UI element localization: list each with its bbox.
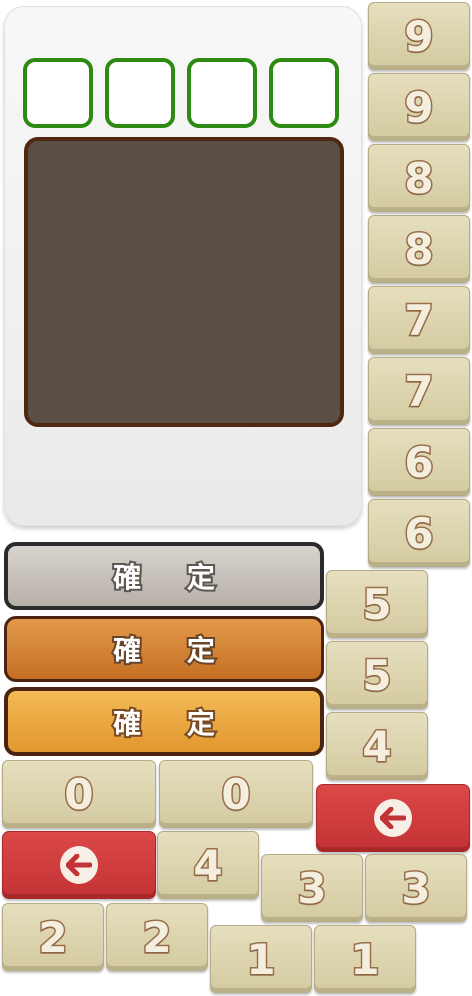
key-9[interactable]: 9 [368, 2, 470, 70]
key-label: 5 [361, 578, 393, 630]
key-label: 6 [403, 507, 435, 559]
key-7[interactable]: 7 [368, 286, 470, 354]
confirm-label: 確 定 [111, 559, 233, 596]
display-panel [4, 6, 362, 526]
key-label: 8 [403, 152, 435, 204]
delete-button[interactable] [316, 784, 470, 852]
key-label: 4 [361, 720, 393, 772]
confirm-button-pressed[interactable]: 確 定 [4, 616, 324, 682]
key-label: 1 [349, 933, 381, 985]
key-1[interactable]: 1 [210, 925, 312, 993]
key-label: 4 [192, 839, 224, 891]
key-7-pressed[interactable]: 7 [368, 357, 470, 425]
key-6-pressed[interactable]: 6 [368, 499, 470, 567]
key-label: 2 [37, 911, 69, 963]
code-slot-1 [23, 58, 93, 128]
confirm-label: 確 定 [111, 632, 233, 669]
key-3[interactable]: 3 [261, 854, 363, 922]
key-6[interactable]: 6 [368, 428, 470, 496]
key-9-pressed[interactable]: 9 [368, 73, 470, 141]
display-screen [24, 137, 344, 427]
key-label: 7 [403, 365, 435, 417]
key-2-pressed[interactable]: 2 [106, 903, 208, 971]
key-label: 6 [403, 436, 435, 488]
key-0[interactable]: 0 [2, 760, 156, 828]
key-0-pressed[interactable]: 0 [159, 760, 313, 828]
key-5-pressed[interactable]: 5 [326, 641, 428, 709]
key-label: 9 [403, 81, 435, 133]
key-4[interactable]: 4 [326, 712, 428, 780]
delete-button-pressed[interactable] [2, 831, 156, 899]
key-2[interactable]: 2 [2, 903, 104, 971]
key-8[interactable]: 8 [368, 144, 470, 212]
key-label: 1 [245, 933, 277, 985]
key-3-pressed[interactable]: 3 [365, 854, 467, 922]
confirm-button[interactable]: 確 定 [4, 687, 324, 756]
code-slot-2 [105, 58, 175, 128]
key-label: 3 [400, 862, 432, 914]
key-label: 3 [296, 862, 328, 914]
code-slot-4 [269, 58, 339, 128]
arrow-left-icon [60, 846, 98, 884]
key-label: 8 [403, 223, 435, 275]
confirm-button-disabled[interactable]: 確 定 [4, 542, 324, 610]
key-label: 5 [361, 649, 393, 701]
confirm-label: 確 定 [111, 705, 233, 742]
key-8-pressed[interactable]: 8 [368, 215, 470, 283]
arrow-left-icon [374, 799, 412, 837]
code-slot-3 [187, 58, 257, 128]
key-label: 7 [403, 294, 435, 346]
key-4-pressed[interactable]: 4 [157, 831, 259, 899]
key-label: 9 [403, 10, 435, 62]
key-label: 0 [220, 768, 252, 820]
key-5[interactable]: 5 [326, 570, 428, 638]
key-label: 2 [141, 911, 173, 963]
key-1-pressed[interactable]: 1 [314, 925, 416, 993]
key-label: 0 [63, 768, 95, 820]
